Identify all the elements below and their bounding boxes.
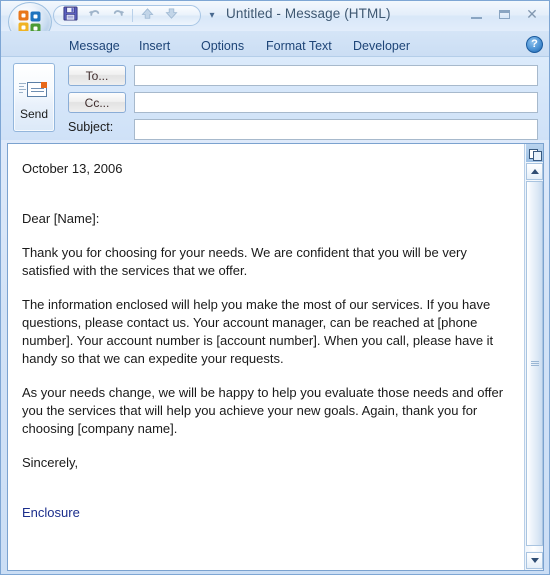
body-closing: Sincerely, <box>22 455 79 470</box>
previous-item-icon <box>140 6 155 26</box>
scroll-up-button[interactable] <box>526 163 543 180</box>
qat-separator <box>132 9 133 22</box>
redo-button[interactable] <box>106 6 130 25</box>
body-vertical-scrollbar[interactable] <box>524 144 543 570</box>
quick-access-toolbar <box>53 5 201 26</box>
body-paragraph-3: As your needs change, we will be happy t… <box>22 385 504 436</box>
tab-message[interactable]: Message <box>59 35 130 56</box>
tab-developer[interactable]: Developer <box>343 35 420 56</box>
close-icon: ✕ <box>526 5 538 22</box>
send-button[interactable]: Send <box>13 63 55 132</box>
redo-icon <box>111 6 126 26</box>
title-bar: ▾ Untitled - Message (HTML) ✕ <box>1 1 549 42</box>
tab-options[interactable]: Options <box>191 35 254 56</box>
undo-button[interactable] <box>82 6 106 25</box>
window-title: Untitled - Message (HTML) <box>226 6 391 21</box>
save-button[interactable] <box>58 5 82 26</box>
customize-quick-access-toolbar-button[interactable]: ▾ <box>205 8 219 22</box>
minimize-icon <box>470 16 482 19</box>
to-input[interactable] <box>134 65 538 86</box>
subject-label: Subject: <box>68 120 114 134</box>
next-item-button[interactable] <box>159 6 183 25</box>
chevron-up-icon <box>530 169 539 174</box>
scroll-thumb-grip-icon <box>531 360 539 367</box>
maximize-button[interactable] <box>491 3 517 25</box>
envelope-body <box>27 82 47 97</box>
window-controls: ✕ <box>463 3 545 25</box>
maximize-icon <box>498 9 510 19</box>
save-icon <box>62 5 78 26</box>
undo-icon <box>87 6 102 26</box>
browse-object-icon <box>529 148 542 161</box>
to-button[interactable]: To... <box>68 65 126 86</box>
body-enclosure: Enclosure <box>22 505 80 520</box>
cc-button[interactable]: Cc... <box>68 92 126 113</box>
send-envelope-icon <box>19 80 49 104</box>
body-date: October 13, 2006 <box>22 161 123 176</box>
minimize-button[interactable] <box>463 3 489 25</box>
close-button[interactable]: ✕ <box>519 3 545 25</box>
message-window: ▾ Untitled - Message (HTML) ✕ Message In… <box>0 0 550 575</box>
tab-format-text[interactable]: Format Text <box>256 35 342 56</box>
office-logo-quadrant-orange <box>18 10 29 21</box>
office-logo-quadrant-blue <box>30 11 41 22</box>
cc-input[interactable] <box>134 92 538 113</box>
subject-input[interactable] <box>134 119 538 140</box>
message-body-editor[interactable]: October 13, 2006 Dear [Name]: Thank you … <box>8 144 524 570</box>
scroll-thumb[interactable] <box>526 181 543 546</box>
chevron-down-icon: ▾ <box>209 9 215 21</box>
body-paragraph-1: Thank you for choosing for your needs. W… <box>22 245 467 278</box>
envelope-motion-lines <box>19 83 26 96</box>
body-paragraph-2: The information enclosed will help you m… <box>22 297 494 366</box>
send-button-label: Send <box>19 107 49 121</box>
scroll-down-button[interactable] <box>526 552 543 569</box>
previous-item-button[interactable] <box>135 6 159 25</box>
message-header-pane: Send To... Cc... Subject: <box>1 57 549 140</box>
message-body-pane: October 13, 2006 Dear [Name]: Thank you … <box>7 143 544 571</box>
ribbon-tab-strip: Message Insert Options Format Text Devel… <box>1 31 549 57</box>
next-item-icon <box>164 6 179 26</box>
select-browse-object-button[interactable] <box>526 144 543 162</box>
tab-insert[interactable]: Insert <box>129 35 180 56</box>
body-salutation: Dear [Name]: <box>22 211 100 226</box>
chevron-down-icon <box>530 558 539 563</box>
help-button[interactable]: ? <box>526 36 543 53</box>
envelope-flag <box>41 82 47 88</box>
